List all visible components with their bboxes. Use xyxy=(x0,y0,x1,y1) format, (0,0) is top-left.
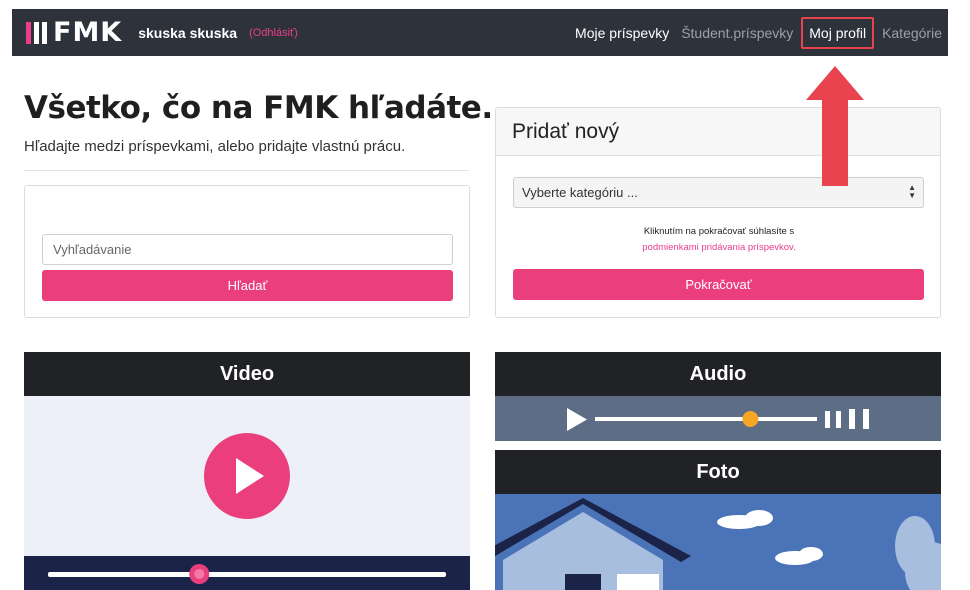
search-card: Hľadať xyxy=(24,185,470,318)
page-title: Všetko, čo na FMK hľadáte. xyxy=(24,90,493,126)
search-input[interactable] xyxy=(42,234,453,265)
nav-links: Moje príspevky Študent.príspevky Moj pro… xyxy=(569,9,948,56)
logo-bars-icon xyxy=(26,21,47,44)
divider xyxy=(24,170,469,171)
add-new-card: Pridať nový Vyberte kategóriu ... ▲ ▼ Kli… xyxy=(495,107,941,318)
audio-title: Audio xyxy=(689,362,747,385)
navbar: FMK skuska skuska (Odhlásiť) Moje príspe… xyxy=(12,9,948,56)
foto-tile-body[interactable] xyxy=(495,494,941,590)
video-title: Video xyxy=(219,362,275,385)
video-tile-header[interactable]: Video xyxy=(24,352,470,396)
nav-my-posts[interactable]: Moje príspevky xyxy=(569,25,675,41)
add-new-header: Pridať nový xyxy=(496,108,940,156)
search-button[interactable]: Hľadať xyxy=(42,270,453,301)
page-subtitle: Hľadajte medzi príspevkami, alebo pridaj… xyxy=(24,138,406,155)
fmk-logo[interactable]: FMK xyxy=(26,17,122,48)
logout-link[interactable]: (Odhlásiť) xyxy=(249,27,298,39)
user-name: skuska skuska xyxy=(138,24,238,41)
continue-button[interactable]: Pokračovať xyxy=(513,269,924,300)
nav-categories[interactable]: Kategórie xyxy=(876,25,948,41)
add-new-title: Pridať nový xyxy=(512,119,620,143)
category-select-value: Vyberte kategóriu ... xyxy=(522,185,638,200)
nav-student-posts[interactable]: Študent.príspevky xyxy=(675,25,799,41)
audio-player-icon xyxy=(567,408,869,431)
nav-my-profile[interactable]: Moj profil xyxy=(801,16,875,49)
select-caret-icon: ▲ ▼ xyxy=(908,183,916,200)
annotation-arrow-icon xyxy=(806,66,864,186)
foto-tile-header[interactable]: Foto xyxy=(495,450,941,494)
terms-text: Kliknutím na pokračovať súhlasíte s xyxy=(643,226,795,237)
video-tile-body[interactable] xyxy=(24,396,470,556)
audio-tile-body[interactable] xyxy=(495,396,941,441)
audio-tile-header[interactable]: Audio xyxy=(495,352,941,396)
terms-link[interactable]: podmienkami pridávania príspevkov. xyxy=(496,242,940,253)
logo-text: FMK xyxy=(53,17,123,48)
foto-title: Foto xyxy=(696,460,740,483)
video-progress-bar[interactable] xyxy=(24,556,470,590)
play-icon xyxy=(204,433,290,519)
video-slider-icon xyxy=(48,564,446,584)
photo-illustration-icon xyxy=(495,498,941,590)
